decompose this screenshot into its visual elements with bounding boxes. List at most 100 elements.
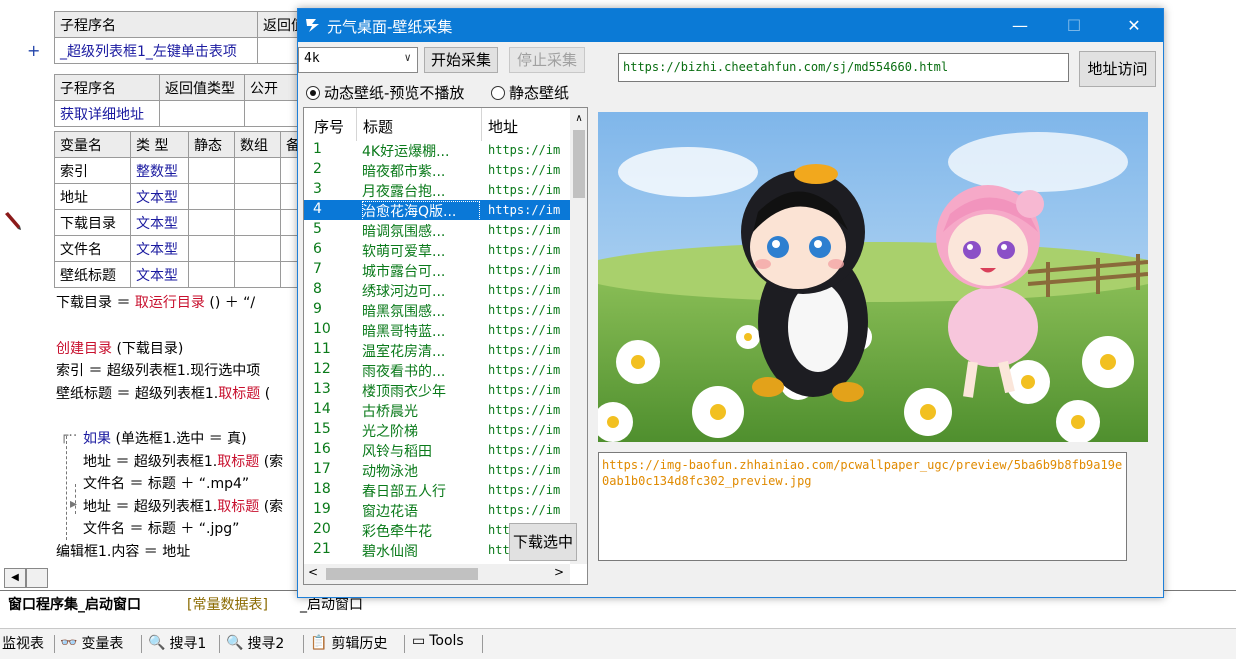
wallpaper-list[interactable]: 序号 标题 地址 1 4K好运爆棚... https://im 2 暗夜都市紫... ht… — [303, 107, 588, 585]
row-address: https://im — [488, 363, 561, 377]
row-title: 暗调氛围感... — [362, 224, 446, 240]
flow-arrow-icon: ▸ — [70, 496, 78, 512]
clip-history-tab[interactable]: 📋 剪辑历史 — [310, 633, 387, 653]
code-line[interactable]: 编辑框1.内容 ＝ 地址 — [56, 541, 190, 561]
close-button[interactable]: ✕ — [1111, 12, 1157, 40]
var-row[interactable]: 索引 整数型 — [54, 157, 311, 184]
row-title: 雨夜看书的... — [362, 364, 446, 380]
column-title[interactable]: 标题 — [363, 116, 393, 137]
code-line[interactable]: 下载目录 ＝ 取运行目录 () ＋ “/ — [56, 292, 255, 312]
sub1-name[interactable]: _超级列表框1_左键单击表项 — [54, 37, 258, 64]
tab-constants[interactable]: [常量数据表] — [187, 594, 268, 614]
var-row[interactable]: 壁纸标题 文本型 — [54, 261, 311, 288]
var-table: 变量名 类 型 静态 数组 备 索引 整数型 地址 文本型 下载目录 文本型 文件名文… — [54, 131, 311, 288]
search1-tab[interactable]: 🔍 搜寻1 — [148, 633, 206, 653]
list-item[interactable]: 6 软萌可爱草... https://im — [304, 240, 570, 260]
var-header-array: 数组 — [234, 131, 281, 158]
list-item[interactable]: 12 雨夜看书的... https://im — [304, 360, 570, 380]
list-item[interactable]: 5 暗调氛围感... https://im — [304, 220, 570, 240]
glasses-icon: 👓 — [60, 635, 78, 651]
code-line[interactable]: 创建目录 (下载目录) — [56, 338, 183, 358]
scroll-thumb[interactable] — [573, 130, 585, 198]
ide-hscroll[interactable]: ◀ — [0, 568, 50, 588]
row-number: 19 — [313, 501, 331, 517]
row-title: 治愈花海Q版... — [362, 201, 480, 221]
row-number: 5 — [313, 221, 322, 237]
list-item[interactable]: 9 暗黑氛围感... https://im — [304, 300, 570, 320]
var-row[interactable]: 下载目录 文本型 — [54, 209, 311, 236]
wallpaper-preview — [598, 112, 1148, 442]
list-item[interactable]: 13 楼顶雨衣少年 https://im — [304, 380, 570, 400]
list-item[interactable]: 1 4K好运爆棚... https://im — [304, 140, 570, 160]
download-selected-button[interactable]: 下载选中 — [509, 523, 577, 561]
list-hscroll[interactable]: < > — [304, 564, 570, 584]
address-output[interactable]: https://img-baofun.zhhainiao.com/pcwallp… — [598, 452, 1127, 561]
row-title: 春日部五人行 — [362, 484, 446, 500]
sub2-header-name: 子程序名 — [54, 74, 160, 101]
visit-url-button[interactable]: 地址访问 — [1079, 51, 1156, 87]
list-item[interactable]: 14 古桥晨光 https://im — [304, 400, 570, 420]
row-number: 21 — [313, 541, 331, 557]
minimize-button[interactable]: — — [997, 12, 1043, 40]
pencil-icon — [5, 212, 21, 230]
scroll-left-icon[interactable]: < — [308, 565, 318, 579]
list-item[interactable]: 18 春日部五人行 https://im — [304, 480, 570, 500]
code-line[interactable]: 文件名 ＝ 标题 ＋ “.jpg” — [83, 518, 239, 538]
radio-dynamic[interactable]: 动态壁纸-预览不播放 — [306, 82, 464, 103]
code-line[interactable]: 索引 ＝ 超级列表框1.现行选中项 — [56, 360, 260, 380]
sub2-name[interactable]: 获取详细地址 — [54, 100, 160, 127]
ide-gutter — [0, 0, 24, 568]
scroll-left-icon[interactable]: ◀ — [4, 568, 26, 588]
code-line[interactable]: 文件名 ＝ 标题 ＋ “.mp4” — [83, 473, 249, 493]
sub2-header-return: 返回值类型 — [159, 74, 245, 101]
row-title: 窗边花语 — [362, 504, 418, 520]
list-item[interactable]: 15 光之阶梯 https://im — [304, 420, 570, 440]
list-item[interactable]: 2 暗夜都市紫... https://im — [304, 160, 570, 180]
window-title: 元气桌面-壁纸采集 — [327, 18, 453, 36]
expand-icon[interactable]: + — [27, 41, 40, 60]
row-title: 软萌可爱草... — [362, 244, 446, 260]
scroll-right-icon[interactable]: > — [554, 565, 564, 579]
list-item[interactable]: 11 温室花房清... https://im — [304, 340, 570, 360]
column-address[interactable]: 地址 — [488, 116, 518, 137]
scroll-up-icon[interactable]: ∧ — [570, 110, 587, 128]
stop-collect-button[interactable]: 停止采集 — [509, 47, 585, 73]
scroll-thumb[interactable] — [326, 568, 478, 580]
list-item[interactable]: 17 动物泳池 https://im — [304, 460, 570, 480]
column-number[interactable]: 序号 — [314, 116, 344, 137]
variables-tab[interactable]: 👓 变量表 — [60, 633, 123, 653]
start-collect-button[interactable]: 开始采集 — [424, 47, 498, 73]
radio-static[interactable]: 静态壁纸 — [491, 82, 569, 103]
tools-tab[interactable]: ▭ Tools — [412, 633, 464, 649]
list-item[interactable]: 8 绣球河边可... https://im — [304, 280, 570, 300]
list-item[interactable]: 10 暗黑哥特蓝... https://im — [304, 320, 570, 340]
sub2-header-public: 公开 — [244, 74, 305, 101]
scroll-right-button[interactable] — [26, 568, 48, 588]
sub1-table: 子程序名 返回值 _超级列表框1_左键单击表项 — [54, 11, 318, 64]
code-line[interactable]: 地址 ＝ 超级列表框1.取标题 (索 — [83, 496, 283, 516]
resolution-select[interactable]: 4k ∨ — [298, 47, 418, 73]
code-line[interactable]: 地址 ＝ 超级列表框1.取标题 (索 — [83, 451, 283, 471]
list-vscroll[interactable]: ∧ — [570, 108, 587, 564]
row-address: https://im — [488, 323, 561, 337]
url-input[interactable]: https://bizhi.cheetahfun.com/sj/md554660… — [618, 53, 1069, 82]
sub2-table: 子程序名 返回值类型 公开 获取详细地址 — [54, 74, 305, 127]
radio-dot — [306, 85, 320, 100]
tab-startup-assembly[interactable]: 窗口程序集_启动窗口 — [8, 594, 141, 614]
list-item[interactable]: 7 城市露台可... https://im — [304, 260, 570, 280]
app-logo-icon — [306, 19, 319, 32]
var-row[interactable]: 文件名 文本型 — [54, 235, 311, 262]
list-item[interactable]: 3 月夜露台抱... https://im — [304, 180, 570, 200]
maximize-button[interactable]: ☐ — [1051, 12, 1097, 40]
title-bar[interactable]: 元气桌面-壁纸采集 — ☐ ✕ — [298, 9, 1163, 42]
list-item-selected[interactable]: 4 治愈花海Q版... https://im — [304, 200, 570, 221]
row-address: https://im — [488, 203, 561, 217]
search2-tab[interactable]: 🔍 搜寻2 — [226, 633, 284, 653]
code-line[interactable]: 如果 (单选框1.选中 ＝ 真) — [83, 428, 247, 448]
list-rows: 1 4K好运爆棚... https://im 2 暗夜都市紫... https://im 3… — [304, 140, 570, 560]
var-row[interactable]: 地址 文本型 — [54, 183, 311, 210]
monitor-tab[interactable]: 监视表 — [2, 633, 44, 653]
code-line[interactable]: 壁纸标题 ＝ 超级列表框1.取标题 ( — [56, 383, 270, 403]
list-item[interactable]: 19 窗边花语 https://im — [304, 500, 570, 520]
list-item[interactable]: 16 风铃与稻田 https://im — [304, 440, 570, 460]
